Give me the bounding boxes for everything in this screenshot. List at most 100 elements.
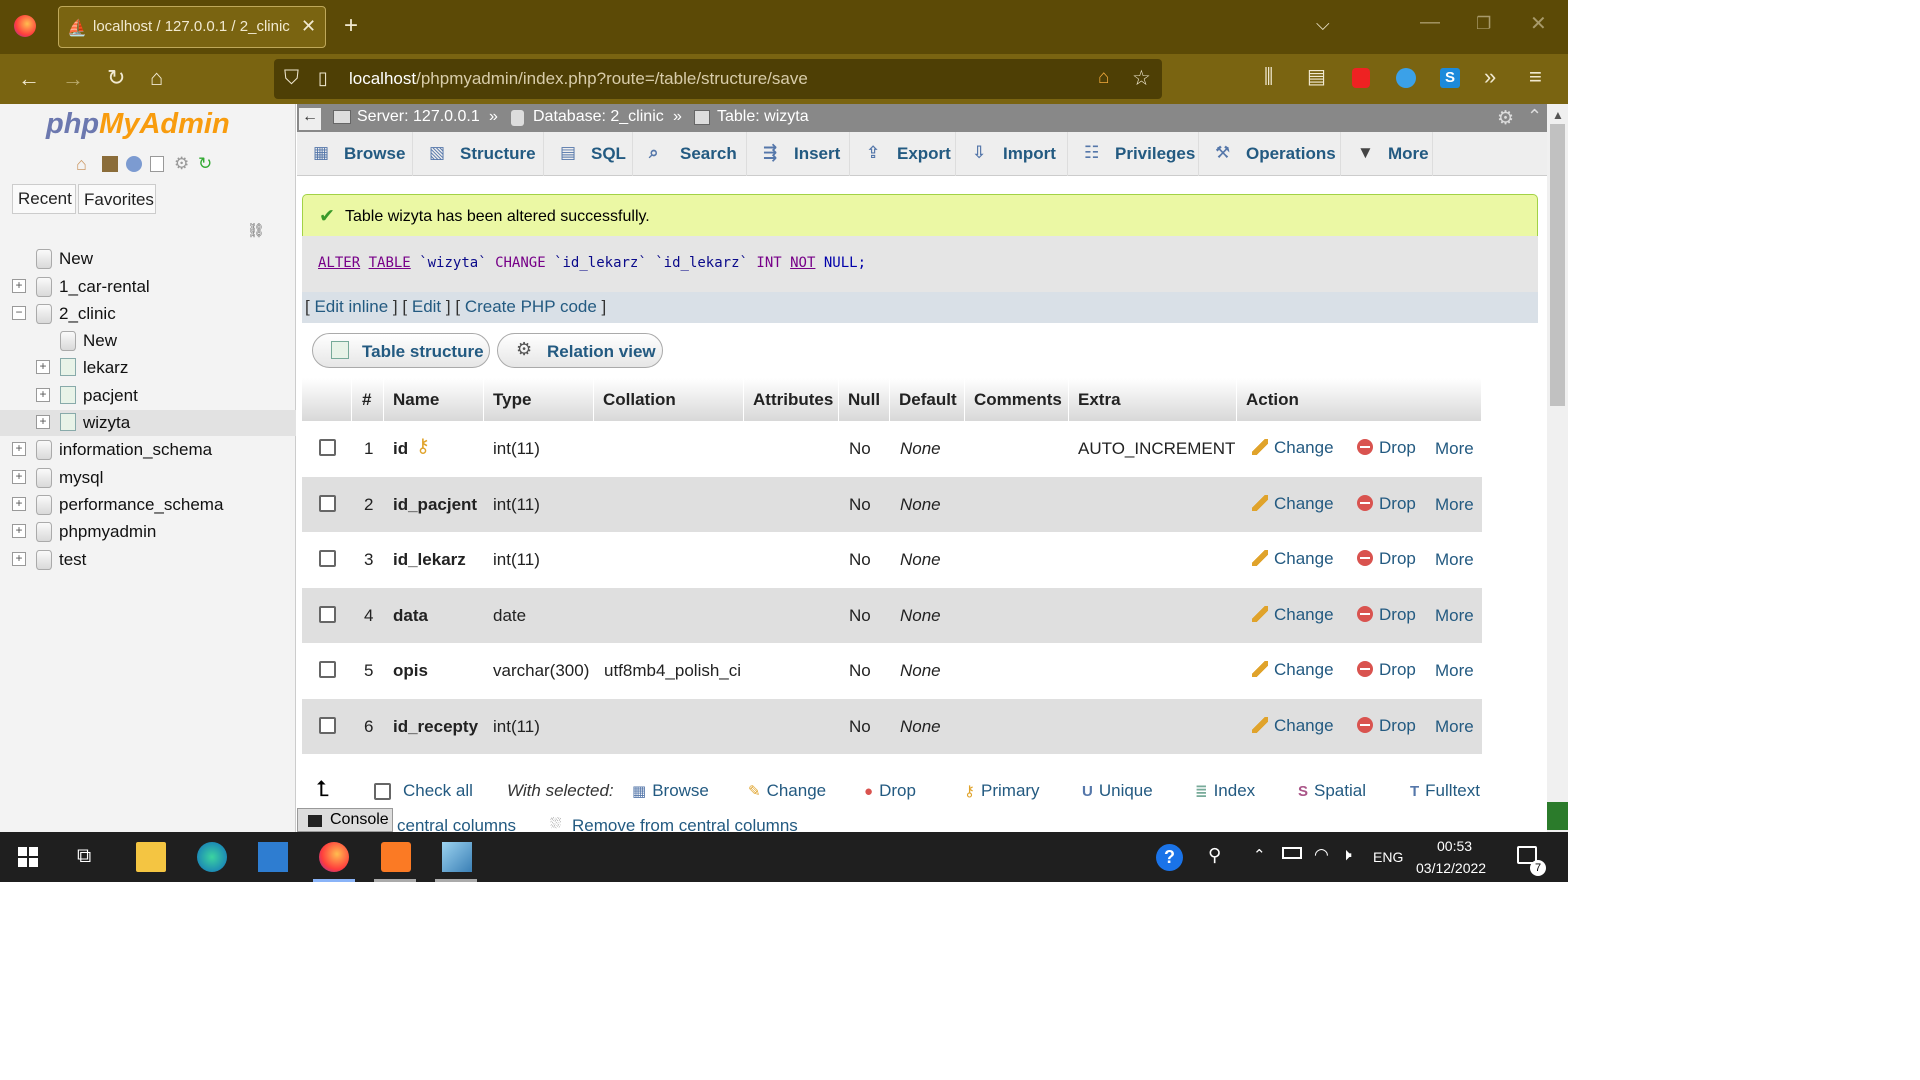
close-tab-icon[interactable]: ✕ [301,16,316,37]
header-extra[interactable]: Extra [1069,378,1237,421]
extension-fox-icon[interactable] [1396,68,1416,88]
sql-kw-alter[interactable]: ALTER [318,255,360,271]
table-structure-tab[interactable]: Table structure [312,333,490,368]
breadcrumb-server[interactable]: Server: 127.0.0.1 [357,108,480,126]
change-action[interactable]: Change [1252,438,1334,458]
page-scrollbar[interactable]: ▲ [1547,104,1568,832]
collapse-icon[interactable]: − [12,306,26,320]
expand-icon[interactable]: + [12,279,26,293]
sql-kw-not[interactable]: NOT [790,255,815,271]
expand-icon[interactable]: + [36,388,50,402]
header-collation[interactable]: Collation [594,378,744,421]
task-view-icon[interactable]: ⧉ [77,845,91,868]
volume-icon[interactable]: 🕨 [1341,845,1352,865]
bulk-drop[interactable]: ● Drop [864,781,916,801]
edit-inline-link[interactable]: Edit inline [314,297,388,316]
console-toggle[interactable]: Console [297,808,393,832]
drop-action[interactable]: Drop [1357,660,1416,680]
extension-s-icon[interactable]: S [1440,68,1460,88]
tree-item-pacjent[interactable]: + pacjent [0,383,296,409]
extension-lock-icon[interactable] [1352,68,1370,88]
people-icon[interactable]: ⚲ [1208,845,1221,866]
row-checkbox[interactable] [319,550,336,567]
restore-icon[interactable]: ❐ [1476,15,1491,32]
row-checkbox[interactable] [319,716,336,734]
home-icon[interactable]: ⌂ [76,154,87,175]
tree-item-new[interactable]: New [0,246,296,272]
breadcrumb-database[interactable]: Database: 2_clinic [533,108,664,126]
file-explorer-icon[interactable] [136,842,166,872]
expand-icon[interactable]: + [12,552,26,566]
scroll-thumb[interactable] [1550,124,1565,406]
tree-item-information-schema[interactable]: + information_schema [0,437,296,463]
minimize-icon[interactable]: — [1420,12,1440,32]
url-text[interactable]: localhost/phpmyadmin/index.php?route=/ta… [349,69,808,89]
tab-insert[interactable]: ⇶ Insert [747,132,850,176]
forward-icon[interactable]: → [62,68,84,90]
tab-operations[interactable]: ⚒ Operations [1199,132,1341,176]
expand-icon[interactable]: + [12,470,26,484]
bulk-primary[interactable]: ⚷ Primary [964,781,1040,801]
back-icon[interactable]: ← [18,68,40,90]
tree-item-1-car-rental[interactable]: +1_car-rental [0,274,296,300]
clock-time[interactable]: 00:53 [1437,838,1472,854]
home-page-icon[interactable]: ⌂ [1098,67,1109,89]
drop-action[interactable]: Drop [1357,716,1416,736]
list-tabs-chevron-icon[interactable]: ⌵ [1316,15,1330,33]
mail-icon[interactable] [258,842,288,872]
expand-icon[interactable]: + [36,415,50,429]
tab-more[interactable]: ▼ More [1341,132,1433,176]
reload-icon[interactable]: ↻ [107,67,125,89]
drop-action[interactable]: Drop [1357,438,1416,458]
wifi-icon[interactable]: ◠ [1314,845,1329,865]
tree-item-wizyta[interactable]: + wizyta [0,410,296,436]
more-action[interactable]: More [1435,661,1474,681]
tray-chevron-icon[interactable]: ⌃ [1253,846,1266,864]
check-all-checkbox[interactable] [374,783,391,800]
settings-gear-icon[interactable]: ⚙ [174,154,189,174]
windows-start-icon[interactable] [18,847,38,867]
tab-browse[interactable]: ▦ Browse [297,132,413,176]
browser-tab-active[interactable]: ⛵ localhost / 127.0.0.1 / 2_clinic / ✕ [58,6,326,48]
logout-icon[interactable] [102,156,118,172]
hamburger-menu-icon[interactable]: ≡ [1529,66,1542,88]
edit-link[interactable]: Edit [412,297,441,316]
create-php-link[interactable]: Create PHP code [465,297,597,316]
reload-nav-icon[interactable]: ↻ [198,154,212,174]
edge-icon[interactable] [197,842,227,872]
header-attributes[interactable]: Attributes [744,378,839,421]
sql-kw-table[interactable]: TABLE [369,255,411,271]
change-action[interactable]: Change [1252,660,1334,680]
bulk-spatial[interactable]: S Spatial [1298,781,1366,801]
expand-icon[interactable]: + [12,497,26,511]
recent-label-text[interactable]: Recent [18,189,72,209]
url-bar[interactable]: ⛉ ▯ localhost/phpmyadmin/index.php?route… [274,59,1162,99]
bulk-change[interactable]: ✎ Change [748,781,826,801]
collapse-top-icon[interactable]: ⌃ [1527,106,1542,127]
more-action[interactable]: More [1435,439,1474,459]
more-action[interactable]: More [1435,550,1474,570]
row-checkbox[interactable] [319,494,336,512]
tab-privileges[interactable]: ☷ Privileges [1068,132,1199,176]
change-action[interactable]: Change [1252,716,1334,736]
sidebar-toggle-icon[interactable]: ▤ [1307,67,1326,87]
header-type[interactable]: Type [484,378,594,421]
row-checkbox[interactable] [319,661,336,678]
library-icon[interactable]: ⫼ [1264,67,1273,87]
bulk-unique[interactable]: U Unique [1082,781,1153,801]
scroll-up-icon[interactable]: ▲ [1552,108,1564,122]
favorites-tab[interactable]: Favorites [78,184,156,214]
tree-item-performance-schema[interactable]: + performance_schema [0,492,296,518]
clock-date[interactable]: 03/12/2022 [1416,860,1486,876]
bulk-fulltext[interactable]: T Fulltext [1410,781,1480,801]
tree-item-phpmyadmin[interactable]: + phpmyadmin [0,519,296,545]
tab-import[interactable]: ⇩ Import [956,132,1068,176]
firefox-taskbar-icon[interactable] [319,842,349,872]
drop-action[interactable]: Drop [1357,494,1416,514]
expand-icon[interactable]: + [12,524,26,538]
bulk-index[interactable]: ≣ Index [1195,781,1255,801]
expand-icon[interactable]: + [12,442,26,456]
tab-structure[interactable]: ▧ Structure [413,132,544,176]
page-info-icon[interactable]: ▯ [318,68,328,89]
change-action[interactable]: Change [1252,494,1334,514]
